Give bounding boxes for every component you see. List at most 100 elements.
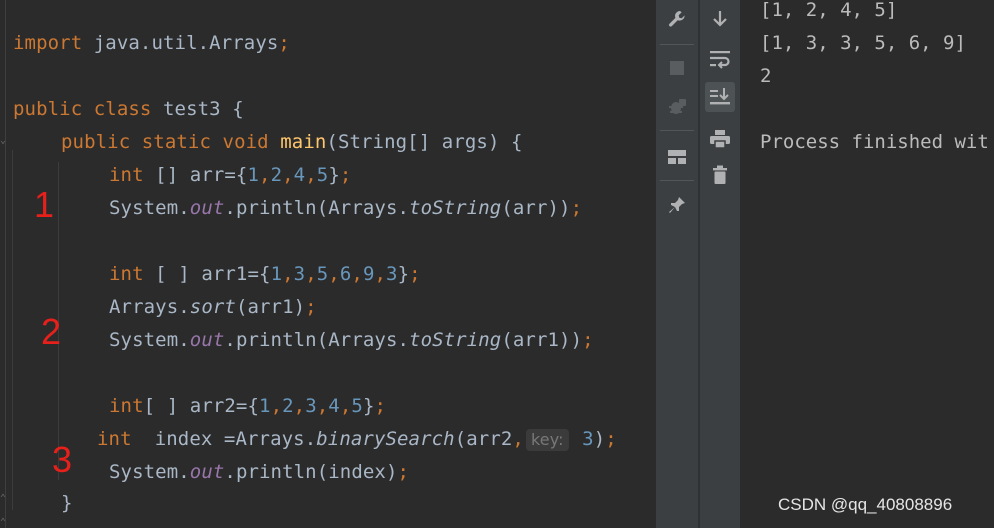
static-field: out [189,197,225,219]
comma: , [339,395,352,417]
code-text: .println(index) [224,461,398,483]
static-method: toString [409,329,502,351]
comma: , [293,395,306,417]
number: 5 [351,395,363,417]
static-method: toString [409,197,502,219]
keyword-int: int [97,428,132,450]
number: 5 [316,263,329,285]
comma: , [305,263,317,285]
code-text: } [362,395,375,417]
fold-marker-icon[interactable]: ⌄ [0,136,10,146]
scroll-to-end-icon[interactable] [705,82,735,112]
code-text: [ ] arr2={ [143,395,260,417]
number: 5 [316,164,329,186]
fold-marker-icon[interactable]: ⌃ [0,518,10,528]
code-text: } [61,492,73,514]
toolbar-divider [660,130,694,131]
print-icon[interactable] [705,124,735,154]
console-output[interactable]: [1, 2, 4, 5] [1, 3, 3, 5, 6, 9] 2 Proces… [740,0,994,528]
watermark: CSDN @qq_40808896 [778,495,953,514]
trash-icon[interactable] [705,160,735,190]
static-field: out [189,329,225,351]
stop-icon[interactable] [662,53,692,83]
number: 3 [305,395,317,417]
number: 3 [293,263,306,285]
code-line-main[interactable]: public static void main(String[] args) { [61,130,523,154]
run-toolbar-right [700,0,740,528]
keyword-int: int [109,395,144,417]
number: 1 [270,263,283,285]
comma: , [351,263,363,285]
code-line-sort[interactable]: Arrays.sort(arr1); [109,295,317,319]
semicolon: ; [278,32,290,54]
soft-wrap-icon[interactable] [705,44,735,74]
code-editor[interactable]: ⌄ ⌃ ⌃ import java.util.Arrays; public cl… [0,0,656,528]
code-text: Arrays. [109,296,190,318]
semicolon: ; [397,461,410,483]
code-text: System. [109,461,190,483]
semicolon: ; [409,263,421,285]
static-field: out [189,461,225,483]
keyword-public: public [13,98,83,120]
code-text: java.util.Arrays [82,32,279,54]
code-text: .println(Arrays. [224,197,410,219]
number: 3 [570,428,594,450]
keyword-import: import [13,32,83,54]
output-line: Process finished wit [760,131,989,153]
output-line: [1, 3, 3, 5, 6, 9] [760,32,966,54]
annotation-1: 1 [34,184,55,225]
code-line-arr1[interactable]: int [ ] arr1={1,3,5,6,9,3}; [109,262,421,286]
number: 3 [386,263,398,285]
code-line-close-brace[interactable]: } [61,491,73,515]
comma: , [328,263,340,285]
run-toolbar-left [656,0,698,528]
indent-guide [12,150,13,510]
code-text: .println(Arrays. [224,329,410,351]
toolbar-divider [660,44,694,45]
number: 4 [328,395,340,417]
code-line-print-arr1[interactable]: System.out.println(Arrays.toString(arr1)… [109,328,594,352]
code-line-import[interactable]: import java.util.Arrays; [13,31,290,55]
annotation-3: 3 [52,439,73,480]
layout-icon[interactable] [662,142,692,172]
number: 1 [259,395,271,417]
comma: , [282,164,294,186]
down-arrow-icon[interactable] [705,4,735,34]
code-text: (arr1) [235,296,306,318]
pin-icon[interactable] [662,190,692,220]
gutter-border [5,0,6,528]
comma: , [305,164,317,186]
semicolon: ; [570,197,583,219]
code-text: } [397,263,410,285]
comma: , [316,395,329,417]
wrench-icon[interactable] [662,4,692,34]
comma: , [270,395,283,417]
fold-marker-icon[interactable]: ⌃ [0,494,10,504]
semicolon: ; [605,428,617,450]
semicolon: ; [339,164,352,186]
number: 1 [247,164,260,186]
code-line-print-index[interactable]: System.out.println(index); [109,460,409,484]
code-line-print-arr[interactable]: System.out.println(Arrays.toString(arr))… [109,196,582,220]
number: 2 [282,395,294,417]
code-text: System. [109,329,190,351]
semicolon: ; [374,395,387,417]
debug-icon[interactable] [662,92,692,122]
comma: , [512,428,524,450]
code-line-class[interactable]: public class test3 { [13,97,244,121]
code-text: [] arr={ [143,164,248,186]
code-text: (arr)) [501,197,571,219]
code-line-arr2[interactable]: int[ ] arr2={1,2,3,4,5}; [109,394,386,418]
keyword-class: class [82,98,152,120]
keyword-int: int [109,263,144,285]
semicolon: ; [582,329,594,351]
code-text: (arr2 [454,428,513,450]
output-line: 2 [760,65,772,87]
keywords: public static void [61,131,281,153]
code-line-binary-search[interactable]: int index =Arrays.binarySearch(arr2, key:… [97,427,617,451]
number: 9 [362,263,375,285]
output-line: [1, 2, 4, 5] [760,0,898,21]
method-name: main [280,131,327,153]
comma: , [282,263,294,285]
code-line-arr[interactable]: int [] arr={1,2,4,5}; [109,163,351,187]
